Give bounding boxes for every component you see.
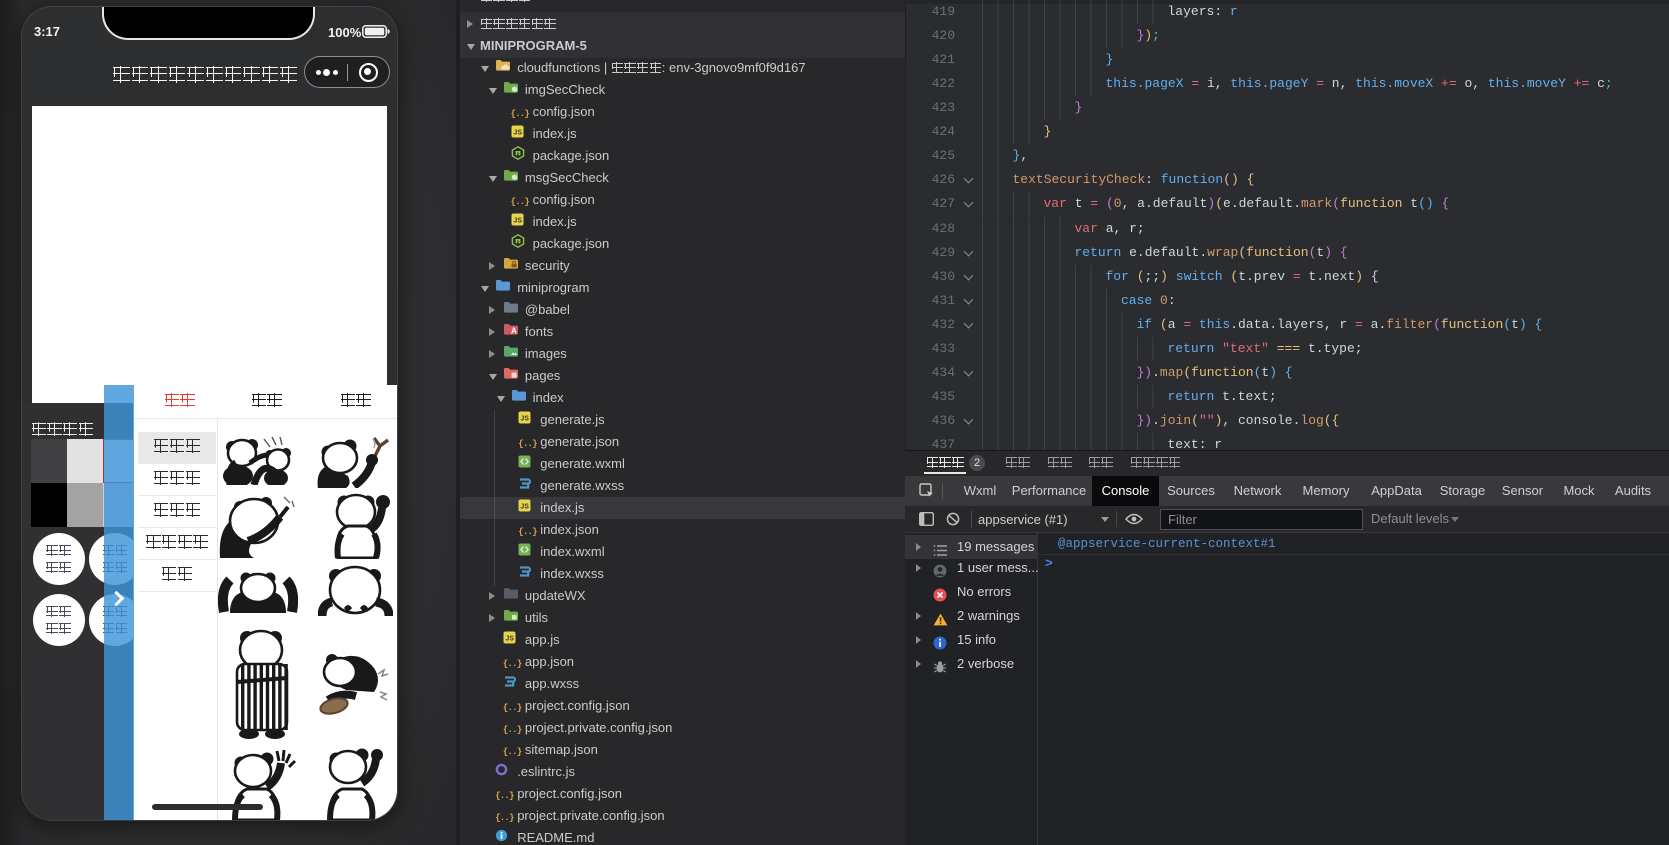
svg-text:JS: JS — [513, 218, 522, 225]
svg-text:A: A — [511, 327, 517, 336]
svg-text:JS: JS — [521, 416, 530, 423]
svg-text:JS: JS — [521, 504, 530, 511]
svg-text:JS: JS — [513, 130, 522, 137]
svg-text:JS: JS — [505, 636, 514, 643]
